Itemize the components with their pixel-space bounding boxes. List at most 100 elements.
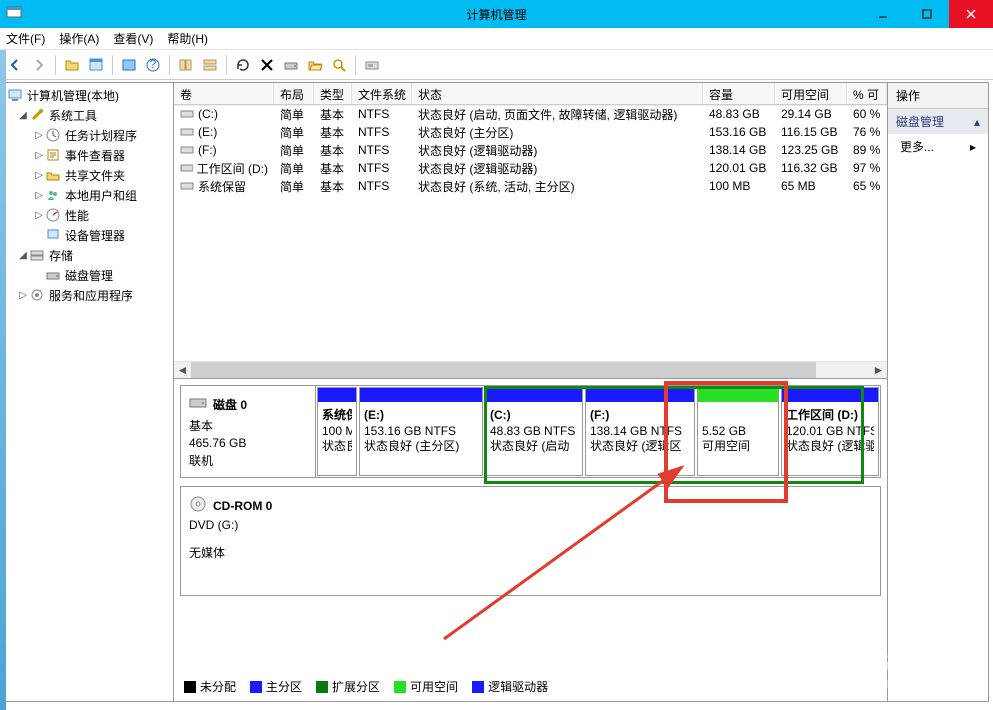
col-capacity[interactable]: 容量 [703, 83, 775, 104]
tree-root[interactable]: 计算机管理(本地) [5, 85, 173, 105]
disk-icon[interactable] [280, 54, 302, 76]
action-more-label: 更多... [900, 138, 934, 155]
action-group-diskmgmt[interactable]: 磁盘管理 ▴ [888, 109, 988, 134]
disk-title: 磁盘 0 [213, 396, 247, 413]
desktop-edge [0, 50, 6, 710]
disk-0-info[interactable]: 磁盘 0 基本 465.76 GB 联机 [181, 386, 316, 477]
content: 计算机管理(本地) ◢ 系统工具 ▷ 任务计划程序 ▷ 事件查看器 ▷ 共享文件… [4, 82, 989, 702]
svg-text:?: ? [150, 57, 157, 71]
action-group-label: 磁盘管理 [896, 113, 944, 130]
minimize-button[interactable] [861, 0, 905, 28]
help-icon[interactable]: ? [142, 54, 164, 76]
share-icon [45, 167, 61, 183]
partition[interactable]: (E:)153.16 GB NTFS状态良好 (主分区) [359, 387, 483, 476]
tree-label: 磁盘管理 [65, 267, 113, 284]
tree-label: 性能 [65, 207, 89, 224]
col-pct[interactable]: % 可 [847, 83, 887, 104]
col-fs[interactable]: 文件系统 [352, 83, 412, 104]
cdrom-empty [316, 487, 880, 595]
action-header: 操作 [888, 83, 988, 109]
col-free[interactable]: 可用空间 [775, 83, 847, 104]
forward-button[interactable] [28, 54, 50, 76]
disk-0-row: 磁盘 0 基本 465.76 GB 联机 系统保100 M状态良好(E:)153… [180, 385, 881, 478]
disk-size: 465.76 GB [189, 436, 307, 450]
volume-row[interactable]: 系统保留简单基本NTFS状态良好 (系统, 活动, 主分区)100 MB65 M… [174, 177, 887, 195]
tree-label: 设备管理器 [65, 227, 125, 244]
cdrom-icon [189, 495, 207, 516]
blue-window-icon[interactable] [118, 54, 140, 76]
event-icon [45, 147, 61, 163]
legend-swatch-primary [250, 681, 262, 693]
h-scrollbar[interactable]: ◄ ► [174, 361, 887, 378]
scroll-right-icon[interactable]: ► [870, 362, 887, 379]
list-icon[interactable] [175, 54, 197, 76]
legend-swatch-extended [316, 681, 328, 693]
partition[interactable]: 5.52 GB可用空间 [697, 387, 779, 476]
tree-diskmgmt[interactable]: 磁盘管理 [5, 265, 173, 285]
volume-row[interactable]: (C:)简单基本NTFS状态良好 (启动, 页面文件, 故障转储, 逻辑驱动器)… [174, 105, 887, 123]
volume-header: 卷 布局 类型 文件系统 状态 容量 可用空间 % 可 [174, 83, 887, 105]
tree-label: 本地用户和组 [65, 187, 137, 204]
device-icon [45, 227, 61, 243]
tree-storage[interactable]: ◢ 存储 [5, 245, 173, 265]
partition[interactable]: 系统保100 M状态良好 [317, 387, 357, 476]
partition[interactable]: (C:)48.83 GB NTFS状态良好 (启动 [485, 387, 583, 476]
menu-action[interactable]: 操作(A) [59, 30, 99, 47]
maximize-button[interactable] [905, 0, 949, 28]
tree-users[interactable]: ▷ 本地用户和组 [5, 185, 173, 205]
caret-down-icon: ◢ [17, 250, 29, 261]
menu-view[interactable]: 查看(V) [113, 30, 153, 47]
col-status[interactable]: 状态 [412, 83, 703, 104]
scroll-left-icon[interactable]: ◄ [174, 362, 191, 379]
open-icon[interactable] [304, 54, 326, 76]
col-layout[interactable]: 布局 [274, 83, 314, 104]
legend-logical: 逻辑驱动器 [488, 678, 548, 695]
volume-rows: (C:)简单基本NTFS状态良好 (启动, 页面文件, 故障转储, 逻辑驱动器)… [174, 105, 887, 361]
caret-right-icon: ▷ [33, 130, 45, 141]
cancel-icon[interactable] [256, 54, 278, 76]
detail-icon[interactable] [199, 54, 221, 76]
drive-icon[interactable] [361, 54, 383, 76]
toolbar: ? [0, 50, 993, 80]
titlebar: 计算机管理 [0, 0, 993, 28]
menu-help[interactable]: 帮助(H) [167, 30, 208, 47]
volume-row[interactable]: (F:)简单基本NTFS状态良好 (逻辑驱动器)138.14 GB123.25 … [174, 141, 887, 159]
action-pane: 操作 磁盘管理 ▴ 更多... ▸ [888, 83, 988, 701]
partition[interactable]: (F:)138.14 GB NTFS状态良好 (逻辑区 [585, 387, 695, 476]
cdrom-info[interactable]: CD-ROM 0 DVD (G:) 无媒体 [181, 487, 316, 595]
window-icon[interactable] [85, 54, 107, 76]
menu-file[interactable]: 文件(F) [6, 30, 45, 47]
search-icon[interactable] [328, 54, 350, 76]
back-button[interactable] [4, 54, 26, 76]
caret-right-icon: ▷ [33, 150, 45, 161]
col-volume[interactable]: 卷 [174, 83, 274, 104]
partition[interactable]: 工作区间 (D:)120.01 GB NTFS状态良好 (逻辑驱 [781, 387, 879, 476]
tree-perf[interactable]: ▷ 性能 [5, 205, 173, 225]
tree-devmgr[interactable]: 设备管理器 [5, 225, 173, 245]
services-icon [29, 287, 45, 303]
scroll-thumb[interactable] [191, 362, 816, 379]
col-type[interactable]: 类型 [314, 83, 352, 104]
tree-services[interactable]: ▷ 服务和应用程序 [5, 285, 173, 305]
tree-task[interactable]: ▷ 任务计划程序 [5, 125, 173, 145]
folder-icon[interactable] [61, 54, 83, 76]
action-more[interactable]: 更多... ▸ [888, 134, 988, 159]
refresh-icon[interactable] [232, 54, 254, 76]
volume-list: 卷 布局 类型 文件系统 状态 容量 可用空间 % 可 (C:)简单基本NTFS… [174, 83, 887, 378]
legend-unalloc: 未分配 [200, 678, 236, 695]
close-button[interactable] [949, 0, 993, 28]
cdrom-drive: DVD (G:) [189, 518, 308, 532]
tree-share[interactable]: ▷ 共享文件夹 [5, 165, 173, 185]
tree-label: 系统工具 [49, 107, 97, 124]
legend-swatch-free [394, 681, 406, 693]
tree-event[interactable]: ▷ 事件查看器 [5, 145, 173, 165]
volume-row[interactable]: 工作区间 (D:)简单基本NTFS状态良好 (逻辑驱动器)120.01 GB11… [174, 159, 887, 177]
caret-right-icon: ▷ [33, 190, 45, 201]
caret-right-icon: ▷ [33, 210, 45, 221]
computer-icon [7, 87, 23, 103]
cdrom-row: CD-ROM 0 DVD (G:) 无媒体 [180, 486, 881, 596]
disk-pane: 磁盘 0 基本 465.76 GB 联机 系统保100 M状态良好(E:)153… [174, 378, 887, 701]
cdrom-status: 无媒体 [189, 544, 308, 561]
tree-systools[interactable]: ◢ 系统工具 [5, 105, 173, 125]
volume-row[interactable]: (E:)简单基本NTFS状态良好 (主分区)153.16 GB116.15 GB… [174, 123, 887, 141]
